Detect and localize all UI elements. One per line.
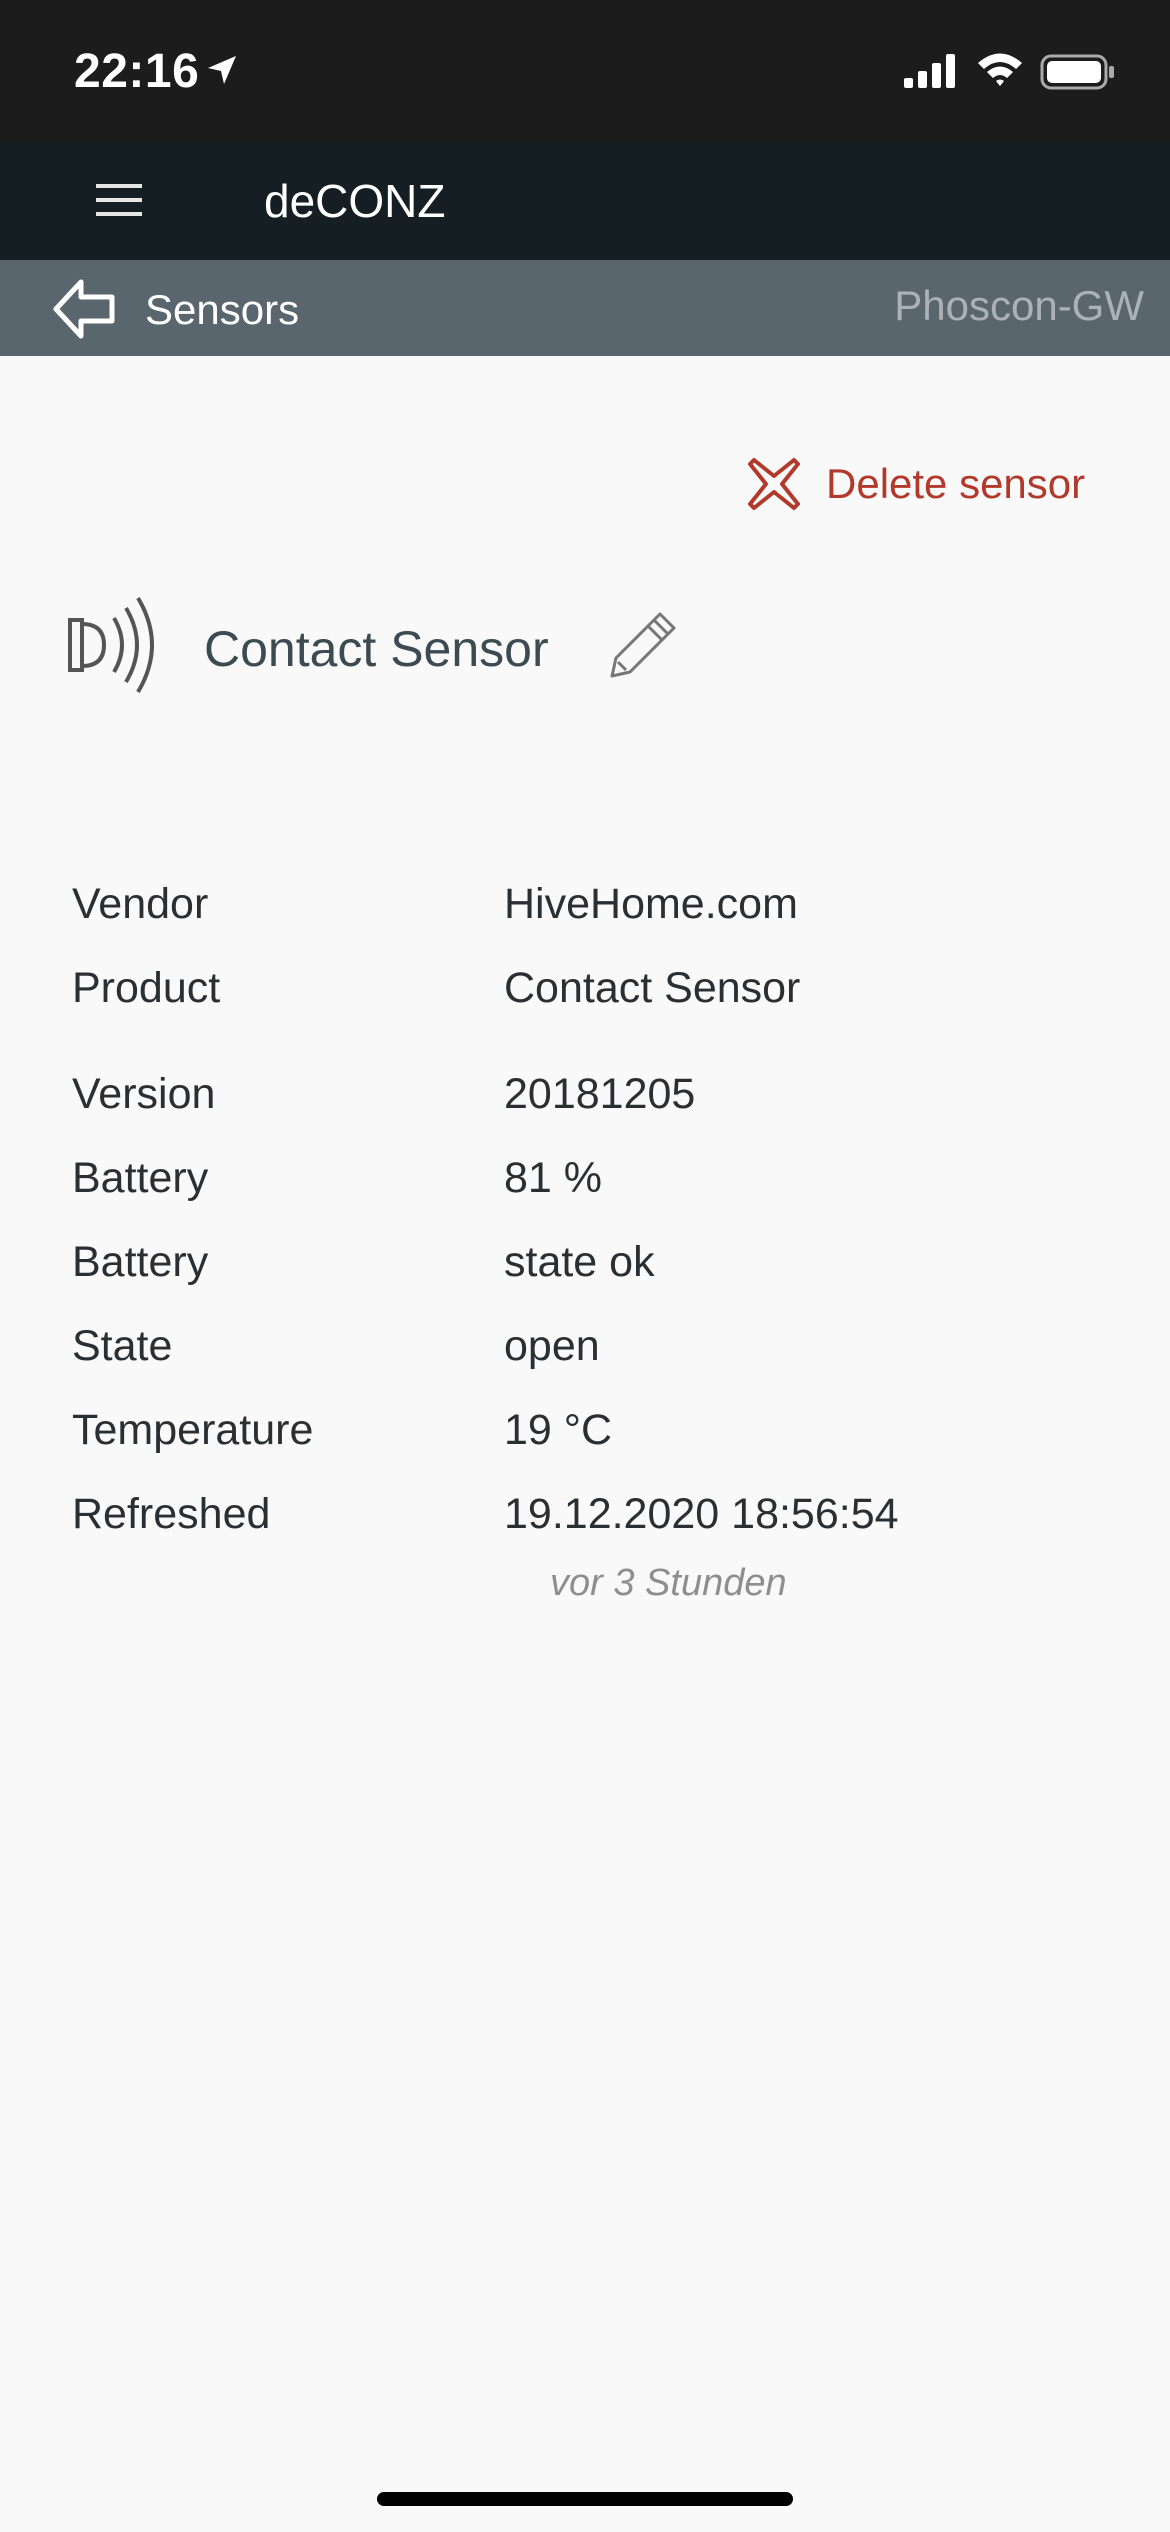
detail-label: Refreshed <box>72 1490 271 1538</box>
detail-label: Version <box>72 1070 216 1118</box>
sensor-name: Contact Sensor <box>204 621 549 677</box>
back-button[interactable]: Sensors <box>50 274 350 342</box>
delete-sensor-label: Delete sensor <box>826 460 1086 507</box>
app-title: deCONZ <box>264 175 446 227</box>
sensor-header: Contact Sensor <box>64 590 1064 700</box>
close-x-icon <box>746 456 802 517</box>
detail-value: 19 °C <box>504 1406 613 1454</box>
wifi-icon <box>975 50 1025 93</box>
status-bar: 22:16 <box>0 0 1170 142</box>
back-arrow-icon <box>50 276 120 347</box>
detail-label: State <box>72 1322 173 1370</box>
contact-sensor-icon <box>64 590 174 705</box>
detail-row-battery-state: Battery state ok <box>72 1238 1122 1298</box>
detail-value: HiveHome.com <box>504 880 798 928</box>
detail-label: Temperature <box>72 1406 314 1454</box>
hamburger-menu-icon[interactable] <box>96 182 144 223</box>
delete-sensor-button[interactable]: Delete sensor <box>740 448 1110 520</box>
detail-value: state ok <box>504 1238 655 1286</box>
detail-row-version: Version 20181205 <box>72 1070 1122 1130</box>
detail-value: 19.12.2020 18:56:54 <box>504 1490 899 1538</box>
detail-value: 20181205 <box>504 1070 696 1118</box>
detail-value: open <box>504 1322 600 1370</box>
detail-row-battery-level: Battery 81 % <box>72 1154 1122 1214</box>
sub-header: Sensors Phoscon-GW <box>0 260 1170 356</box>
home-indicator[interactable] <box>377 2492 793 2506</box>
detail-value: Contact Sensor <box>504 964 801 1012</box>
detail-row-product: Product Contact Sensor <box>72 964 1122 1024</box>
pencil-icon[interactable] <box>604 604 684 689</box>
refreshed-relative-time: vor 3 Stunden <box>550 1562 787 1604</box>
detail-label: Battery <box>72 1154 209 1202</box>
cellular-signal-icon <box>904 54 958 93</box>
gateway-name: Phoscon-GW <box>894 282 1144 329</box>
detail-row-state: State open <box>72 1322 1122 1382</box>
detail-label: Battery <box>72 1238 209 1286</box>
battery-icon <box>1040 54 1116 95</box>
detail-label: Vendor <box>72 880 209 928</box>
back-label: Sensors <box>145 286 300 333</box>
detail-row-refreshed: Refreshed 19.12.2020 18:56:54 <box>72 1490 1122 1550</box>
status-time: 22:16 <box>74 45 200 98</box>
detail-row-temperature: Temperature 19 °C <box>72 1406 1122 1466</box>
detail-value: 81 % <box>504 1154 603 1202</box>
location-arrow-icon <box>204 52 240 93</box>
detail-label: Product <box>72 964 221 1012</box>
detail-row-vendor: Vendor HiveHome.com <box>72 880 1122 940</box>
app-header: deCONZ <box>0 142 1170 260</box>
